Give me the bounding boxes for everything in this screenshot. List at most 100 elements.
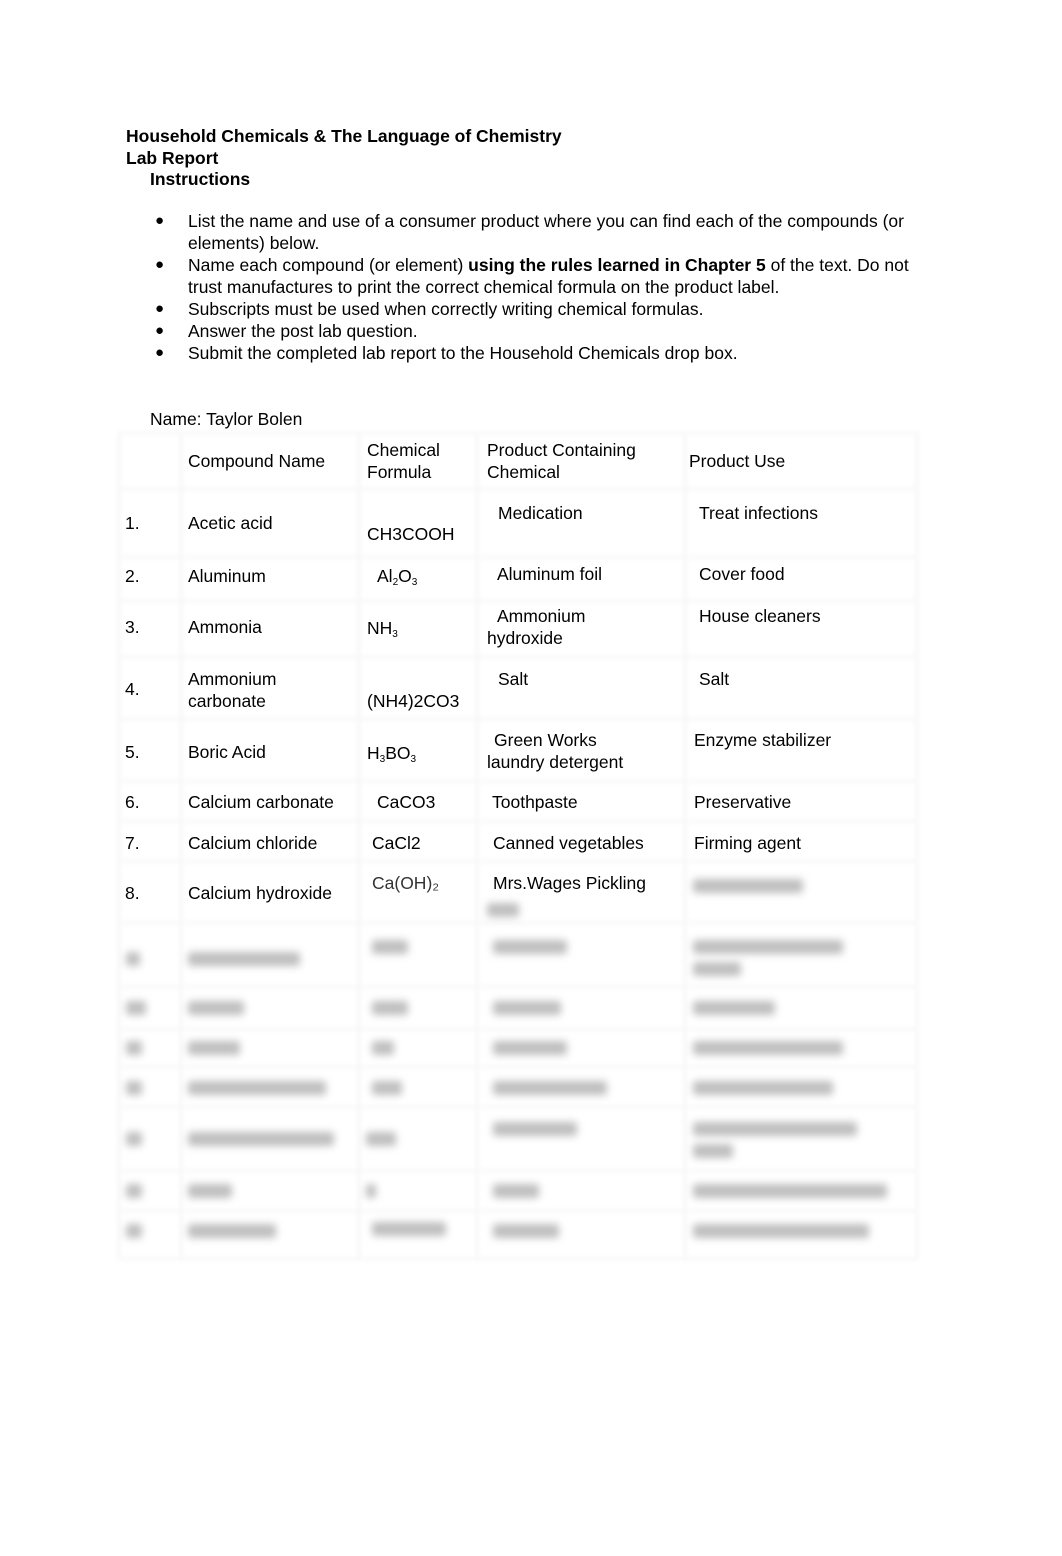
table-gridline	[118, 1066, 918, 1068]
bullet-icon: ●	[155, 300, 165, 317]
blurred-text	[493, 1224, 559, 1238]
row-number: 7.	[125, 833, 140, 853]
product-use: Preservative	[694, 792, 792, 812]
blurred-text	[188, 1184, 232, 1198]
instruction-item: ● Answer the post lab question.	[155, 320, 935, 342]
blurred-text	[693, 1224, 869, 1238]
blurred-text	[126, 1224, 142, 1238]
student-name: Name: Taylor Bolen	[150, 409, 303, 429]
text-fragment: Formula	[367, 462, 432, 482]
chemical-formula: Al2O3	[377, 565, 418, 588]
blurred-text	[188, 1081, 326, 1095]
compound-name: Calcium hydroxide	[188, 883, 332, 903]
blurred-text	[372, 940, 408, 954]
blurred-text	[188, 952, 300, 966]
product-containing: Salt	[498, 669, 529, 689]
table-gridline	[118, 488, 918, 490]
blurred-text	[487, 903, 519, 917]
table-gridline	[118, 780, 918, 782]
blurred-text	[693, 1144, 733, 1158]
text-fragment: Al	[377, 566, 393, 586]
bullet-icon: ●	[155, 322, 165, 339]
table-gridline	[118, 1210, 918, 1212]
row-number: 3.	[125, 617, 140, 637]
blurred-text	[126, 1184, 142, 1198]
text-fragment: H	[367, 743, 380, 763]
table-gridline	[118, 1106, 918, 1108]
header-chemical-formula: Chemical Formula	[367, 439, 440, 483]
text-fragment: O	[398, 566, 412, 586]
row-number: 8.	[125, 883, 140, 903]
product-containing: Ammonium hydroxide	[487, 605, 586, 649]
text-fragment: Chemical	[367, 440, 440, 460]
product-use: Firming agent	[694, 833, 801, 853]
table-gridline	[358, 432, 360, 1260]
text-fragment: Chemical	[487, 462, 560, 482]
product-containing: Toothpaste	[492, 792, 578, 812]
table-gridline	[684, 432, 686, 1260]
chemical-formula: NH3	[367, 617, 398, 640]
compound-name: Calcium carbonate	[188, 792, 334, 812]
blurred-text	[372, 1081, 402, 1095]
table-gridline	[118, 432, 918, 434]
table-gridline	[118, 556, 918, 558]
blurred-text	[693, 1041, 843, 1055]
row-number: 6.	[125, 792, 140, 812]
table-gridline	[180, 432, 182, 1260]
blurred-text	[493, 1001, 561, 1015]
blurred-text	[693, 876, 803, 898]
text-fragment: carbonate	[188, 691, 266, 711]
compound-name: Ammonia	[188, 617, 262, 637]
chemical-formula: H3BO3	[367, 742, 417, 765]
instruction-item: ● Submit the completed lab report to the…	[155, 342, 935, 364]
blurred-text	[493, 1184, 539, 1198]
blurred-text	[188, 1132, 334, 1146]
blurred-text	[487, 900, 519, 922]
row-number: 4.	[125, 679, 140, 699]
text-fragment: List the name and use of a consumer prod…	[188, 211, 904, 253]
instruction-emphasis: using the rules learned in Chapter 5	[468, 255, 766, 275]
header-product-use: Product Use	[689, 451, 786, 471]
compound-name: Calcium chloride	[188, 833, 318, 853]
compound-name: Aluminum	[188, 566, 266, 586]
blurred-text	[693, 1184, 887, 1198]
table-gridline	[118, 1170, 918, 1172]
blurred-text	[493, 1041, 567, 1055]
product-containing: Green Works laundry detergent	[487, 729, 623, 773]
blurred-text	[126, 1001, 146, 1015]
chemical-formula: CH3COOH	[367, 524, 455, 544]
row-number: 5.	[125, 742, 140, 762]
chemical-formula: Ca(OH)₂	[372, 873, 440, 893]
table-gridline	[118, 986, 918, 988]
blurred-text	[372, 1222, 446, 1236]
instructions-heading: Instructions	[150, 169, 251, 189]
chemical-formula: CaCO3	[377, 792, 436, 812]
text-fragment: Subscripts must be used when correctly w…	[188, 299, 704, 319]
text-fragment: 3	[411, 577, 418, 588]
table-gridline	[916, 432, 918, 1260]
blurred-text	[188, 1041, 240, 1055]
blurred-text	[188, 1001, 244, 1015]
instructions-list: ● List the name and use of a consumer pr…	[155, 210, 935, 364]
chemical-formula: (NH4)2CO3	[367, 691, 460, 711]
blurred-text	[693, 1081, 833, 1095]
product-use: Treat infections	[699, 503, 818, 523]
table-gridline	[118, 1028, 918, 1030]
compound-name: Boric Acid	[188, 742, 266, 762]
table-gridline	[118, 656, 918, 658]
compound-name: Ammonium carbonate	[188, 668, 277, 712]
bullet-icon: ●	[155, 344, 165, 361]
product-containing: Medication	[498, 503, 583, 523]
instruction-item: ● Name each compound (or element) using …	[155, 254, 935, 298]
table-gridline	[476, 432, 478, 1260]
table-gridline	[118, 860, 918, 862]
bullet-icon: ●	[155, 212, 165, 229]
product-use: Cover food	[699, 564, 785, 584]
blurred-text	[372, 1001, 408, 1015]
blurred-text	[693, 879, 803, 893]
text-fragment: 3	[410, 754, 417, 765]
text-fragment: Name each compound (or element)	[188, 255, 469, 275]
text-fragment: BO	[385, 743, 411, 763]
blurred-text	[126, 1081, 142, 1095]
document-subtitle: Lab Report	[126, 148, 219, 168]
